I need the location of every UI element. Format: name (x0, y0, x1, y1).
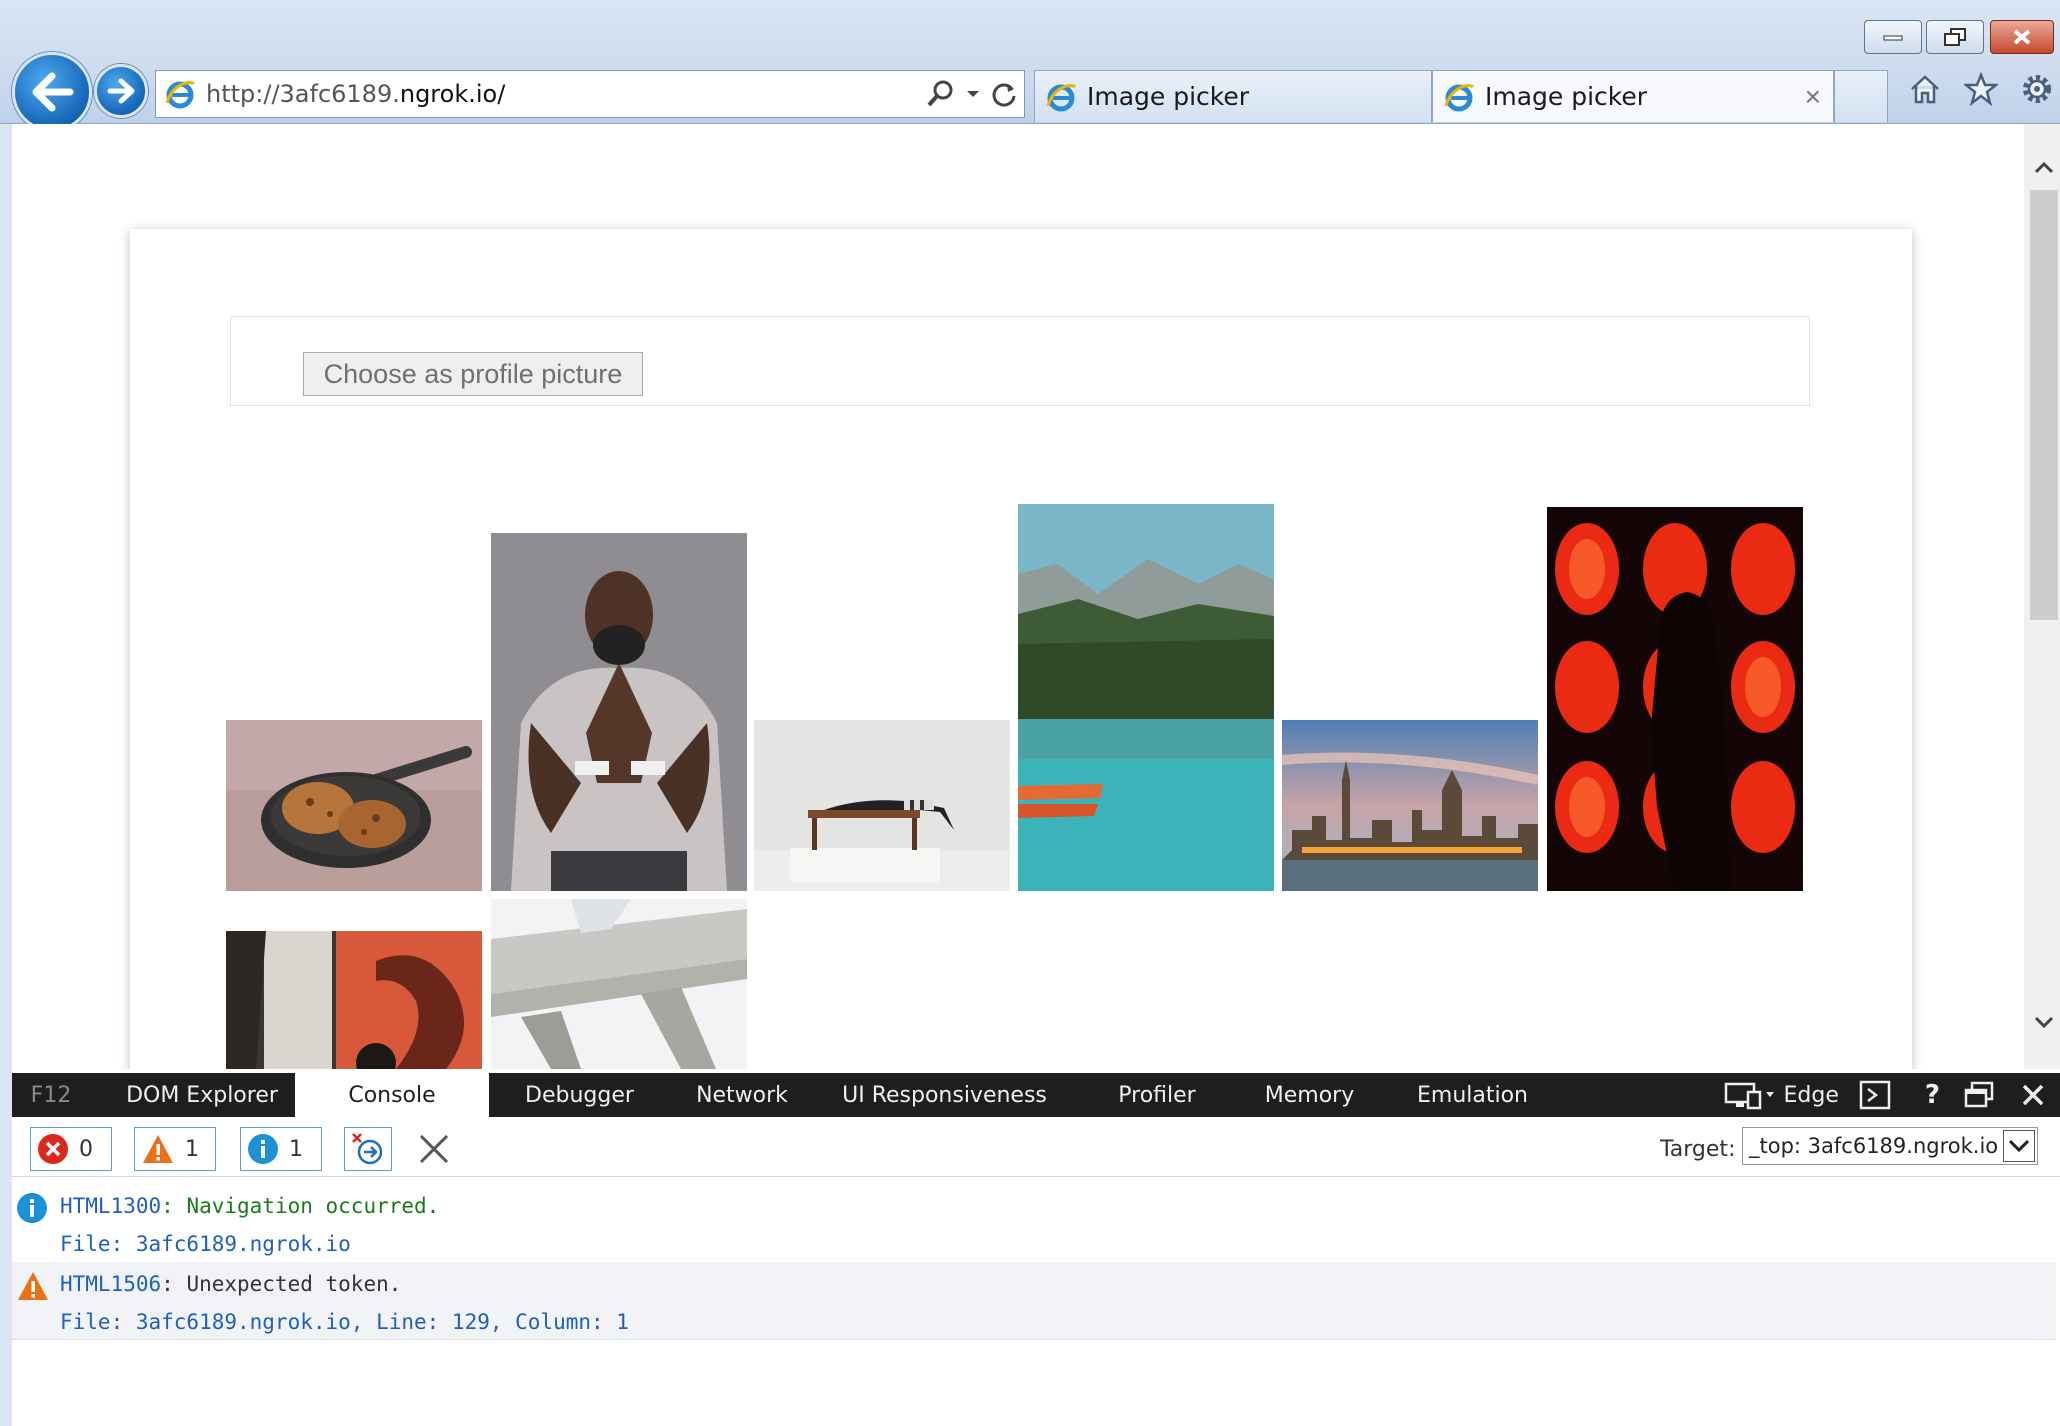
undock-icon[interactable] (1964, 1081, 1994, 1109)
minimize-icon (1883, 35, 1903, 41)
ie-tab-icon (1444, 83, 1475, 111)
tab-memory[interactable]: Memory (1247, 1073, 1372, 1117)
close-devtools-icon[interactable] (2020, 1082, 2046, 1108)
address-bar[interactable]: http://3afc6189.ngrok.io/ (155, 70, 1025, 118)
warnings-filter-button[interactable]: 1 (134, 1127, 216, 1171)
message-file-link[interactable]: File: 3afc6189.ngrok.io, Line: 129, Colu… (60, 1310, 629, 1334)
console-message-warning[interactable]: HTML1506: Unexpected token. File: 3afc61… (12, 1262, 2056, 1340)
console-message-info[interactable]: HTML1300: Navigation occurred. File: 3af… (12, 1184, 2056, 1262)
message-body: : Navigation occurred. (161, 1194, 440, 1218)
message-body: : Unexpected token. (161, 1272, 402, 1296)
close-window-button[interactable] (1990, 20, 2054, 54)
help-icon[interactable]: ? (1925, 1080, 1940, 1110)
developer-tools-panel: F12 DOM Explorer Console Debugger Networ… (12, 1069, 2060, 1426)
warning-icon (18, 1272, 48, 1300)
scroll-up-icon[interactable] (2032, 156, 2056, 180)
errors-count: 0 (79, 1136, 93, 1162)
message-code-link[interactable]: HTML1506 (60, 1272, 161, 1296)
home-icon[interactable] (1908, 72, 1942, 106)
clear-on-navigate-button[interactable] (344, 1127, 392, 1171)
document-mode-label[interactable]: Edge (1784, 1083, 1839, 1108)
ie-tab-icon (1046, 83, 1077, 111)
cookies-in-pan-image[interactable] (226, 720, 482, 891)
browser-tab-image-picker[interactable]: Image picker (1034, 70, 1432, 122)
errors-filter-button[interactable]: 0 (30, 1127, 112, 1171)
window-frame-left (0, 124, 12, 1426)
ie-page-icon (165, 81, 196, 109)
message-text: HTML1300: Navigation occurred. (60, 1194, 439, 1218)
f12-label: F12 (30, 1082, 72, 1108)
minimize-button[interactable] (1864, 20, 1922, 54)
arrow-right-icon (107, 78, 135, 104)
tab-dom-explorer[interactable]: DOM Explorer (102, 1073, 302, 1117)
message-file-link[interactable]: File: 3afc6189.ngrok.io (60, 1232, 351, 1256)
arrow-left-icon (32, 72, 74, 112)
shadow-wall-image[interactable] (226, 931, 482, 1069)
chevron-down-icon (2008, 1139, 2030, 1153)
new-tab-button[interactable] (1834, 70, 1888, 122)
dropdown-arrow-icon[interactable] (966, 89, 980, 99)
url-text[interactable]: http://3afc6189.ngrok.io/ (206, 80, 505, 108)
devtools-tab-bar: F12 DOM Explorer Console Debugger Networ… (12, 1073, 2060, 1117)
person-on-table-image[interactable] (754, 720, 1010, 891)
info-icon (17, 1193, 47, 1223)
warning-icon (143, 1135, 173, 1163)
tab-debugger[interactable]: Debugger (507, 1073, 652, 1117)
man-portrait-image[interactable] (491, 533, 747, 891)
console-prompt-icon[interactable] (1859, 1080, 1893, 1110)
error-icon (38, 1134, 68, 1164)
target-select[interactable]: _top: 3afc6189.ngrok.io (1742, 1127, 2038, 1165)
tab-emulation[interactable]: Emulation (1405, 1073, 1540, 1117)
clear-console-icon[interactable] (418, 1133, 450, 1165)
scrollbar-thumb[interactable] (2030, 190, 2058, 620)
clear-on-navigate-icon (352, 1133, 383, 1165)
search-icon[interactable] (926, 79, 956, 109)
console-output: HTML1300: Navigation occurred. File: 3af… (12, 1178, 2060, 1426)
forward-button[interactable] (94, 64, 148, 118)
message-text: HTML1506: Unexpected token. (60, 1272, 401, 1296)
tab-profiler[interactable]: Profiler (1097, 1073, 1217, 1117)
concrete-structure-image[interactable] (491, 899, 747, 1069)
restore-icon (1944, 28, 1966, 46)
tab-label: Image picker (1485, 82, 1648, 111)
scroll-down-icon[interactable] (2032, 1010, 2056, 1034)
settings-gear-icon[interactable] (2020, 72, 2054, 106)
refresh-icon[interactable] (990, 80, 1018, 108)
page-scrollbar[interactable] (2024, 124, 2060, 1069)
tab-console[interactable]: Console (295, 1073, 489, 1117)
tab-network[interactable]: Network (677, 1073, 807, 1117)
info-filter-button[interactable]: 1 (240, 1127, 322, 1171)
message-code-link[interactable]: HTML1300 (60, 1194, 161, 1218)
console-toolbar: 0 1 1 Target: _top: 3afc6189.ngrok.io (12, 1117, 2060, 1177)
browser-tab-image-picker-active[interactable]: Image picker × (1432, 70, 1834, 122)
page-viewport: Choose as profile picture (12, 124, 2030, 1069)
picker-toolbar: Choose as profile picture (230, 316, 1810, 406)
info-count: 1 (289, 1136, 303, 1162)
close-tab-icon[interactable]: × (1805, 83, 1821, 111)
mountain-lake-image[interactable] (1018, 504, 1274, 891)
target-value: _top: 3afc6189.ngrok.io (1749, 1134, 1999, 1158)
browser-chrome: http://3afc6189.ngrok.io/ Image picker I… (0, 0, 2060, 132)
tab-label: Image picker (1087, 82, 1250, 111)
city-skyline-image[interactable] (1282, 720, 1538, 891)
info-icon (248, 1134, 278, 1164)
favorites-star-icon[interactable] (1964, 72, 1998, 106)
document-mode-icon[interactable] (1724, 1080, 1776, 1110)
restore-button[interactable] (1926, 20, 1984, 54)
target-dropdown-button[interactable] (2003, 1130, 2035, 1162)
close-icon (2013, 29, 2031, 45)
back-button[interactable] (12, 52, 92, 132)
target-label: Target: (1660, 1137, 1736, 1162)
warnings-count: 1 (185, 1136, 199, 1162)
choose-profile-picture-button[interactable]: Choose as profile picture (303, 352, 643, 396)
tab-ui-responsiveness[interactable]: UI Responsiveness (832, 1073, 1057, 1117)
red-lanterns-image[interactable] (1547, 507, 1803, 891)
